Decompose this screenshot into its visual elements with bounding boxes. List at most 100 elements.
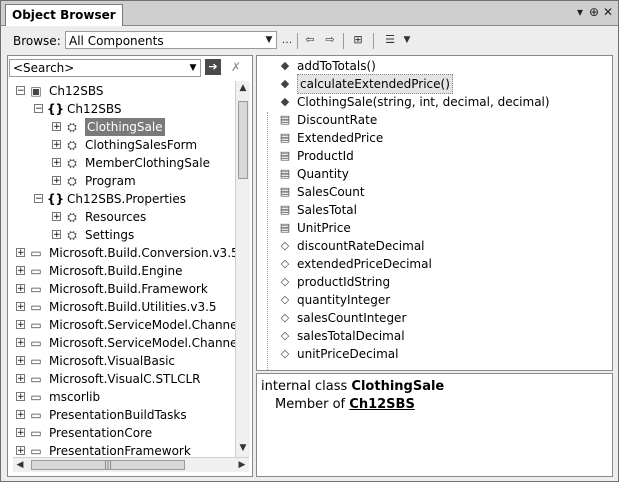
member-item[interactable]: ◇ quantityInteger — [263, 291, 603, 309]
member-item[interactable]: ◇ extendedPriceDecimal — [263, 255, 603, 273]
tree-item[interactable]: + ⛭ MemberClothingSale — [13, 154, 235, 172]
expand-icon[interactable]: + — [16, 266, 25, 276]
expand-icon[interactable]: + — [52, 230, 61, 240]
tree-item[interactable]: −{} Ch12SBS — [13, 100, 235, 118]
tree-item[interactable]: + ▭ Microsoft.VisualBasic — [13, 352, 235, 370]
member-item[interactable]: ▤ UnitPrice — [263, 219, 603, 237]
member-item[interactable]: ▤ SalesTotal — [263, 201, 603, 219]
expand-icon[interactable]: + — [52, 212, 61, 222]
tab-object-browser[interactable]: Object Browser — [5, 4, 123, 26]
member-item-label: addToTotals() — [297, 59, 376, 73]
expand-icon[interactable]: + — [52, 158, 61, 168]
expand-icon[interactable]: + — [16, 428, 25, 438]
settings-icon[interactable]: ☰ — [382, 32, 398, 48]
tree-item-label: Microsoft.Build.Conversion.v3.5 — [49, 246, 235, 260]
member-item[interactable]: ◇ salesTotalDecimal — [263, 327, 603, 345]
tree-item[interactable]: + ▭ Microsoft.VisualC.STLCLR — [13, 370, 235, 388]
expand-icon[interactable]: + — [16, 410, 25, 420]
tree-item[interactable]: + ▭ Microsoft.Build.Framework — [13, 280, 235, 298]
member-item[interactable]: ◆ ClothingSale(string, int, decimal, deci… — [263, 93, 603, 111]
add-reference-icon[interactable]: ⊞ — [350, 32, 366, 48]
member-item[interactable]: ◇ salesCountInteger — [263, 309, 603, 327]
member-item[interactable]: ▤ ExtendedPrice — [263, 129, 603, 147]
tree-item[interactable]: + ▭ PresentationCore — [13, 424, 235, 442]
tree-item[interactable]: + ▭ Microsoft.Build.Engine — [13, 262, 235, 280]
class-icon: ⛭ — [67, 210, 77, 224]
member-item[interactable]: ◆ addToTotals() — [263, 57, 603, 75]
tree-item-label: Microsoft.ServiceModel.Channels. — [49, 336, 235, 350]
property-icon: ▤ — [279, 131, 291, 144]
expand-icon[interactable]: + — [16, 284, 25, 294]
scroll-up-icon[interactable]: ▲ — [236, 81, 250, 95]
member-item[interactable]: ◇ discountRateDecimal — [263, 237, 603, 255]
tree-item[interactable]: + ▭ mscorlib — [13, 388, 235, 406]
expand-icon[interactable]: + — [16, 248, 25, 258]
forward-arrow-icon[interactable]: ⇨ — [322, 32, 338, 48]
scroll-thumb[interactable] — [238, 101, 248, 179]
member-item[interactable]: ▤ DiscountRate — [263, 111, 603, 129]
tree-item[interactable]: + ▭ Microsoft.Build.Conversion.v3.5 — [13, 244, 235, 262]
toolbar-separator — [343, 33, 344, 49]
browse-combo[interactable]: All Components ▼ — [65, 31, 277, 49]
expand-icon[interactable]: + — [16, 302, 25, 312]
tree-item[interactable]: + ▭ Microsoft.ServiceModel.Channels. — [13, 334, 235, 352]
tree-item[interactable]: + ▭ Microsoft.ServiceModel.Channels. — [13, 316, 235, 334]
scroll-down-icon[interactable]: ▼ — [236, 441, 250, 455]
parent-namespace-link[interactable]: Ch12SBS — [349, 397, 415, 412]
tree-item[interactable]: + ⛭ Program — [13, 172, 235, 190]
clear-search-icon[interactable]: ✗ — [227, 59, 245, 75]
member-item-label: ClothingSale(string, int, decimal, decim… — [297, 95, 550, 109]
scroll-left-icon[interactable]: ◀ — [13, 458, 27, 472]
vertical-scrollbar[interactable]: ▲ ▼ — [235, 81, 250, 457]
field-icon: ◇ — [280, 311, 290, 324]
tree-item-label: Program — [85, 174, 136, 188]
scroll-right-icon[interactable]: ▶ — [235, 458, 249, 472]
horizontal-scrollbar[interactable]: ◀ ||| ▶ — [13, 457, 249, 472]
tree-item[interactable]: + ⛭ ClothingSale — [13, 118, 235, 136]
back-arrow-icon[interactable]: ⇦ — [302, 32, 318, 48]
collapse-icon[interactable]: − — [34, 194, 43, 204]
pin-icon[interactable]: ⊕ — [587, 5, 601, 19]
objects-tree: − ▣ Ch12SBS −{} Ch12SBS + ⛭ ClothingSale + ⛭ Cloth… — [13, 81, 235, 459]
member-item[interactable]: ◇ productIdString — [263, 273, 603, 291]
search-input[interactable]: <Search> ▼ — [9, 59, 201, 77]
tree-item[interactable]: −{} Ch12SBS.Properties — [13, 190, 235, 208]
member-item[interactable]: ◇ unitPriceDecimal — [263, 345, 603, 363]
expand-icon[interactable]: + — [16, 338, 25, 348]
chevron-down-icon[interactable]: ▼ — [187, 60, 199, 76]
scroll-thumb[interactable]: ||| — [31, 460, 185, 470]
member-of-label: Member of — [275, 397, 350, 412]
tree-item[interactable]: + ▭ Microsoft.Build.Utilities.v3.5 — [13, 298, 235, 316]
member-item[interactable]: ◆ calculateExtendedPrice() — [263, 74, 603, 94]
tree-item[interactable]: + ▭ PresentationBuildTasks — [13, 406, 235, 424]
expand-icon[interactable]: + — [16, 446, 25, 456]
expand-icon[interactable]: + — [16, 356, 25, 366]
chevron-down-icon[interactable]: ▼ — [263, 32, 275, 48]
search-go-icon[interactable]: ➔ — [205, 59, 221, 75]
settings-dropdown-icon[interactable]: ▼ — [399, 32, 415, 48]
member-item-label: salesTotalDecimal — [297, 329, 405, 343]
tree-item[interactable]: + ⛭ Settings — [13, 226, 235, 244]
member-item-label: SalesTotal — [297, 203, 357, 217]
member-item[interactable]: ▤ ProductId — [263, 147, 603, 165]
close-icon[interactable]: ✕ — [601, 5, 615, 19]
tree-item[interactable]: − ▣ Ch12SBS — [13, 82, 235, 100]
member-item-label: Quantity — [297, 167, 349, 181]
browse-dots-button[interactable]: ... — [279, 32, 295, 48]
member-item[interactable]: ▤ SalesCount — [263, 183, 603, 201]
browse-label: Browse: — [13, 34, 61, 48]
collapse-icon[interactable]: − — [16, 86, 25, 96]
member-item[interactable]: ▤ Quantity — [263, 165, 603, 183]
tab-dropdown-icon[interactable]: ▾ — [573, 5, 587, 19]
expand-icon[interactable]: + — [52, 140, 61, 150]
collapse-icon[interactable]: − — [34, 104, 43, 114]
expand-icon[interactable]: + — [16, 320, 25, 330]
description-class-name: ClothingSale — [351, 379, 445, 394]
tree-item[interactable]: + ⛭ Resources — [13, 208, 235, 226]
expand-icon[interactable]: + — [16, 392, 25, 402]
expand-icon[interactable]: + — [52, 176, 61, 186]
property-icon: ▤ — [279, 113, 291, 126]
tree-item[interactable]: + ⛭ ClothingSalesForm — [13, 136, 235, 154]
expand-icon[interactable]: + — [52, 122, 61, 132]
expand-icon[interactable]: + — [16, 374, 25, 384]
